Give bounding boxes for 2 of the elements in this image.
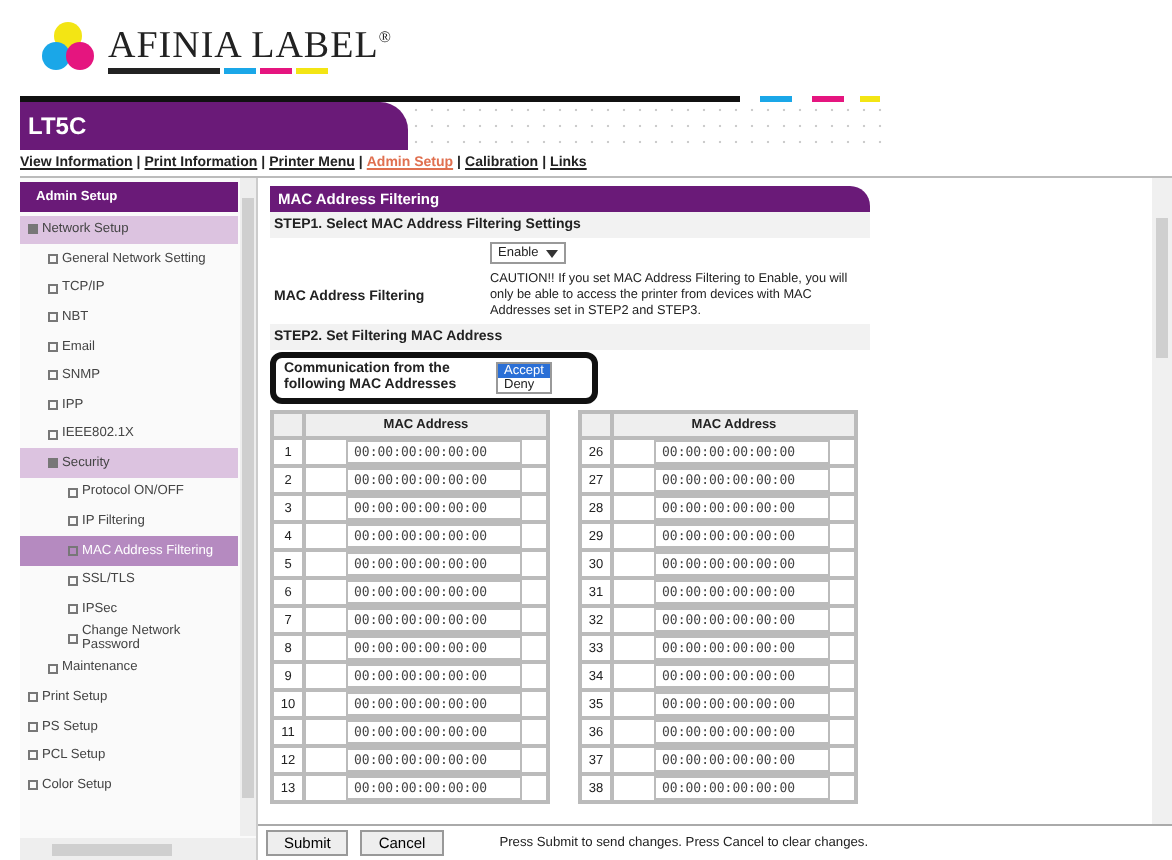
logo-text: AFINIA LABEL$^{®}$	[108, 22, 392, 67]
product-title: LT5C	[20, 102, 408, 150]
